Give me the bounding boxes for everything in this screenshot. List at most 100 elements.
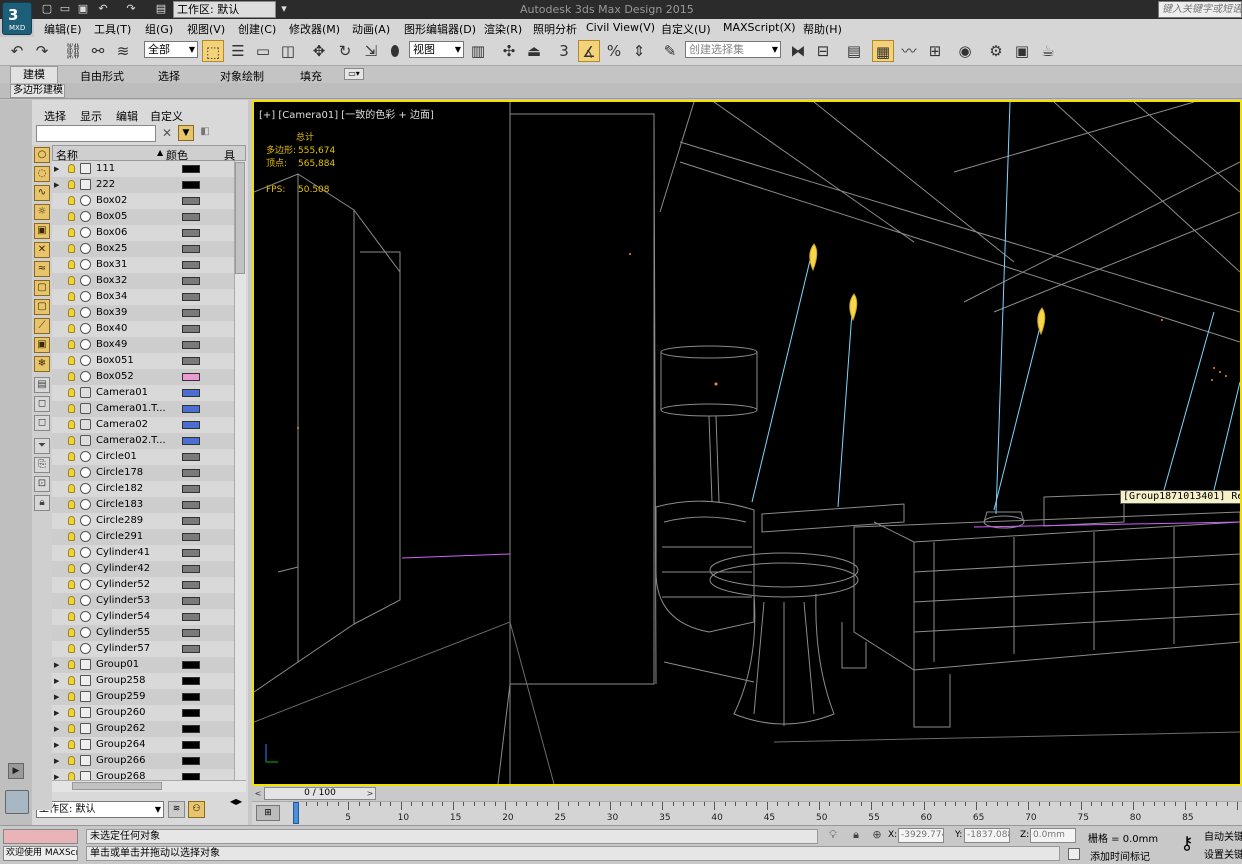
visibility-bulb-icon[interactable] — [68, 772, 75, 780]
explorer-menu-customize[interactable]: 自定义 — [150, 108, 183, 124]
redo-toolbar-icon[interactable]: ↷ — [31, 40, 53, 62]
display-groups-icon[interactable]: ▢ — [34, 280, 50, 296]
object-color-swatch[interactable] — [182, 597, 200, 605]
object-color-swatch[interactable] — [182, 725, 200, 733]
render-setup-icon[interactable]: ⚙ — [985, 40, 1007, 62]
explorer-row[interactable]: Cylinder54 — [52, 609, 234, 625]
lock-icon[interactable]: 🔒︎ — [34, 495, 50, 511]
select-and-place-icon[interactable]: ⬮ — [384, 40, 406, 62]
explorer-vertical-scroll-thumb[interactable] — [235, 162, 245, 274]
explorer-row[interactable]: Box49 — [52, 337, 234, 353]
explorer-menu-edit[interactable]: 编辑 — [116, 108, 138, 124]
x-coordinate-field[interactable]: -3929.774mm — [898, 828, 944, 843]
visibility-bulb-icon[interactable] — [68, 660, 75, 669]
explorer-row[interactable]: Camera01 — [52, 385, 234, 401]
object-color-swatch[interactable] — [182, 325, 200, 333]
viewport-camera01[interactable]: [+] [Camera01] [一致的色彩 + 边面] 总计 多边形: 555,6… — [252, 100, 1242, 786]
ribbon-tab-selection[interactable]: 选择 — [158, 68, 180, 84]
explorer-row[interactable]: Box05 — [52, 209, 234, 225]
display-object-xrefs-icon[interactable]: ▢ — [34, 299, 50, 315]
explorer-row[interactable]: Circle291 — [52, 529, 234, 545]
ribbon-options-icon[interactable]: ▭▾ — [344, 68, 364, 80]
object-color-swatch[interactable] — [182, 453, 200, 461]
explorer-row[interactable]: ▶ Group262 — [52, 721, 234, 737]
object-color-swatch[interactable] — [182, 341, 200, 349]
object-color-swatch[interactable] — [182, 549, 200, 557]
expand-arrow-icon[interactable]: ▶ — [54, 689, 59, 705]
sort-by-hierarchy-icon[interactable]: ⚇ — [188, 801, 205, 818]
menu-customize[interactable]: 自定义(U) — [661, 21, 711, 37]
edit-named-selection-icon[interactable]: ✎ — [659, 40, 681, 62]
explorer-row[interactable]: Box34 — [52, 289, 234, 305]
visibility-bulb-icon[interactable] — [68, 196, 75, 205]
expand-arrow-icon[interactable]: ▶ — [54, 753, 59, 769]
explorer-row[interactable]: Cylinder55 — [52, 625, 234, 641]
object-color-swatch[interactable] — [182, 773, 200, 780]
ribbon-tab-freeform[interactable]: 自由形式 — [80, 68, 124, 84]
explorer-menu-display[interactable]: 显示 — [80, 108, 102, 124]
explorer-row[interactable]: Circle178 — [52, 465, 234, 481]
visibility-bulb-icon[interactable] — [68, 612, 75, 621]
collapse-panel-icon[interactable]: ◀▶ — [227, 797, 245, 807]
filter-icon[interactable]: ▼ — [178, 125, 194, 141]
viewport-label[interactable]: [+] [Camera01] [一致的色彩 + 边面] — [259, 106, 434, 121]
scene-explorer-toggle-icon[interactable]: ▦ — [872, 40, 894, 62]
display-bones-icon[interactable]: ⟋ — [34, 318, 50, 334]
set-key-icon[interactable]: ⚷ — [1172, 829, 1202, 863]
explorer-row[interactable]: ▶ Group260 — [52, 705, 234, 721]
maxscript-listener-mini[interactable] — [3, 829, 78, 844]
absolute-mode-icon[interactable]: ⊕ — [870, 828, 884, 842]
track-bar[interactable]: ⊞ 0510152025303540455055606570758085 — [252, 801, 1242, 825]
visibility-bulb-icon[interactable] — [68, 500, 75, 509]
open-file-icon[interactable]: ▭ — [58, 2, 72, 16]
expand-arrow-icon[interactable]: ▶ — [8, 763, 24, 779]
visibility-bulb-icon[interactable] — [68, 212, 75, 221]
menu-graph-editors[interactable]: 图形编辑器(D) — [404, 21, 476, 37]
expand-arrow-icon[interactable]: ▶ — [54, 161, 59, 177]
isolate-selection-icon[interactable]: 💡︎ — [826, 828, 840, 842]
object-color-swatch[interactable] — [182, 565, 200, 573]
explorer-row[interactable]: Circle01 — [52, 449, 234, 465]
select-and-move-icon[interactable]: ✥ — [308, 40, 330, 62]
expand-arrow-icon[interactable]: ▶ — [54, 673, 59, 689]
schematic-view-icon[interactable]: ⊞ — [924, 40, 946, 62]
expand-arrow-icon[interactable]: ▶ — [54, 657, 59, 673]
menu-group[interactable]: 组(G) — [145, 21, 173, 37]
maxscript-welcome[interactable]: 欢迎使用 MAXScr — [3, 846, 78, 861]
explorer-row[interactable]: ▶ Group268 — [52, 769, 234, 780]
object-color-swatch[interactable] — [182, 181, 200, 189]
visibility-bulb-icon[interactable] — [68, 164, 75, 173]
visibility-bulb-icon[interactable] — [68, 180, 75, 189]
visibility-bulb-icon[interactable] — [68, 452, 75, 461]
visibility-bulb-icon[interactable] — [68, 388, 75, 397]
object-color-swatch[interactable] — [182, 613, 200, 621]
visibility-bulb-icon[interactable] — [68, 404, 75, 413]
toggle-display-icon[interactable]: ◻ — [34, 415, 50, 431]
explorer-row[interactable]: ▶ Group266 — [52, 753, 234, 769]
rectangular-selection-icon[interactable]: ▭ — [252, 40, 274, 62]
menu-maxscript[interactable]: MAXScript(X) — [723, 21, 796, 34]
select-dependents-icon[interactable]: ⎘ — [34, 457, 50, 473]
time-slider-thumb[interactable]: 0 / 100 — [264, 787, 376, 800]
time-slider[interactable]: < 0 / 100 > — [252, 786, 1242, 801]
angle-snap-icon[interactable]: ∡ — [578, 40, 600, 62]
explorer-row[interactable]: Circle182 — [52, 481, 234, 497]
visibility-bulb-icon[interactable] — [68, 276, 75, 285]
explorer-search-input[interactable] — [36, 125, 156, 142]
pivot-point-center-icon[interactable]: ▥ — [467, 40, 489, 62]
visibility-bulb-icon[interactable] — [68, 548, 75, 557]
object-color-swatch[interactable] — [182, 693, 200, 701]
unlink-selection-icon[interactable]: ⚯ — [87, 40, 109, 62]
object-color-swatch[interactable] — [182, 421, 200, 429]
bind-to-space-warp-icon[interactable]: ≋ — [112, 40, 134, 62]
explorer-row[interactable]: Box06 — [52, 225, 234, 241]
explorer-row[interactable]: Box32 — [52, 273, 234, 289]
visibility-bulb-icon[interactable] — [68, 468, 75, 477]
display-none-icon[interactable]: ○ — [34, 147, 50, 163]
percent-snap-icon[interactable]: % — [603, 40, 625, 62]
explorer-row[interactable]: Camera02.T... — [52, 433, 234, 449]
visibility-bulb-icon[interactable] — [68, 484, 75, 493]
reference-coordinate-dropdown[interactable]: 视图 ▼ — [409, 41, 464, 58]
visibility-bulb-icon[interactable] — [68, 708, 75, 717]
display-shapes-icon[interactable]: ∿ — [34, 185, 50, 201]
